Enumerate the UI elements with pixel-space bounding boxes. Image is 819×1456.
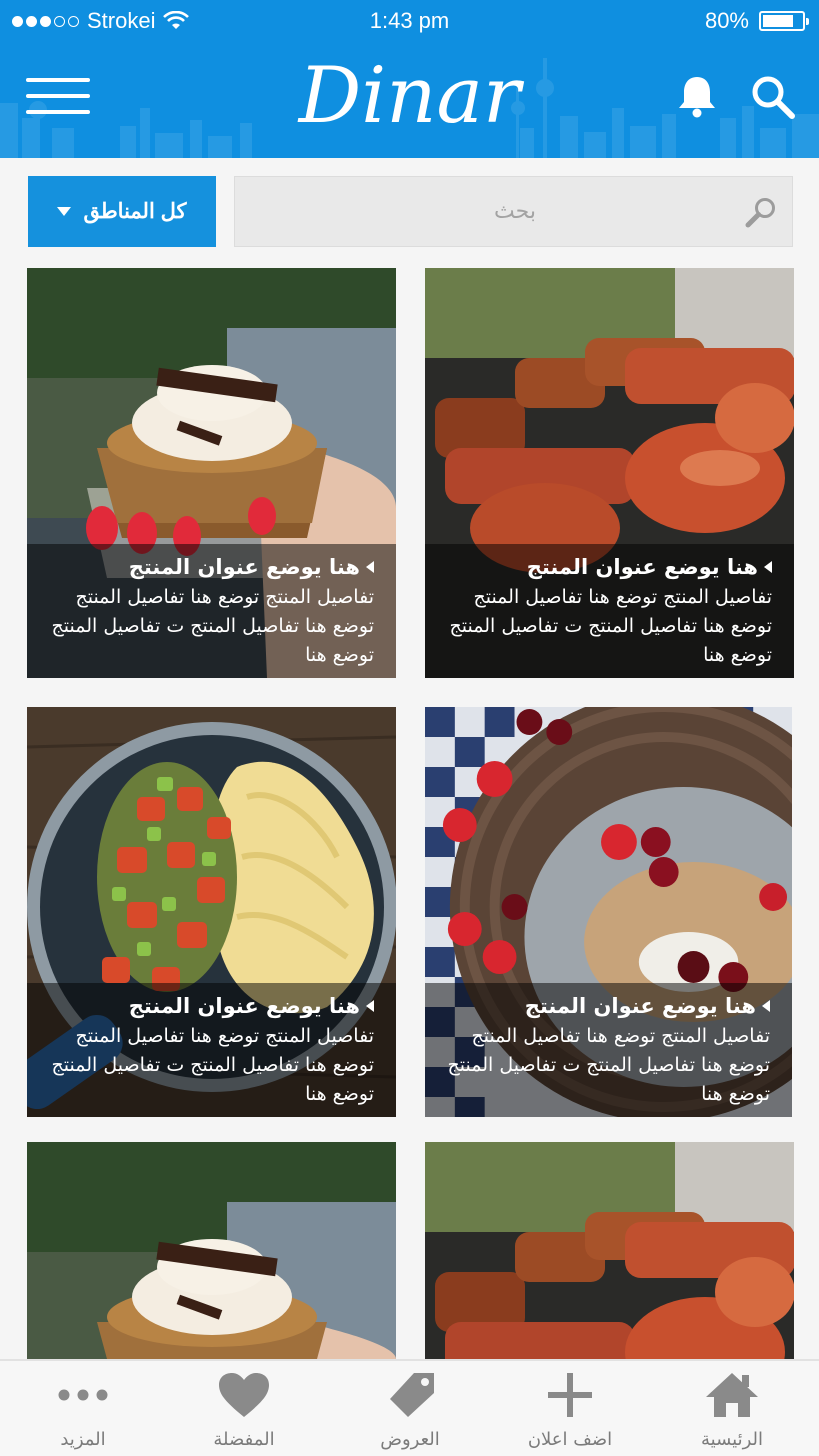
search-bar <box>234 176 793 247</box>
tab-favorites-label: المفضلة <box>213 1429 275 1450</box>
home-icon <box>706 1373 758 1417</box>
caret-left-icon <box>764 561 772 573</box>
tab-add-ad[interactable]: اضف اعلان <box>490 1361 650 1456</box>
product-details: تفاصيل المنتج توضع هنا تفاصيل المنتج توض… <box>447 1025 770 1105</box>
caret-left-icon <box>762 1000 770 1012</box>
caret-left-icon <box>366 1000 374 1012</box>
tab-add-ad-label: اضف اعلان <box>527 1429 613 1450</box>
product-image <box>27 1142 396 1359</box>
tag-icon <box>390 1373 434 1417</box>
tab-more-label: المزيد <box>60 1429 106 1450</box>
region-filter-label: كل المناطق <box>83 200 187 223</box>
caret-down-icon <box>57 207 72 216</box>
search-icon <box>752 76 795 119</box>
product-card[interactable] <box>27 1142 396 1359</box>
product-title: هنا يوضع عنوان المنتج <box>128 555 360 579</box>
product-caption: هنا يوضع عنوان المنتج تفاصيل المنتج توضع… <box>27 544 396 678</box>
tab-home-label: الرئيسية <box>701 1429 763 1450</box>
product-card[interactable]: هنا يوضع عنوان المنتج تفاصيل المنتج توضع… <box>27 268 396 678</box>
header-search-button[interactable] <box>750 74 796 120</box>
product-caption: هنا يوضع عنوان المنتج تفاصيل المنتج توضع… <box>27 983 396 1117</box>
plus-icon <box>548 1373 592 1417</box>
product-details: تفاصيل المنتج توضع هنا تفاصيل المنتج توض… <box>449 586 772 666</box>
product-title: هنا يوضع عنوان المنتج <box>526 555 758 579</box>
product-card[interactable]: هنا يوضع عنوان المنتج تفاصيل المنتج توضع… <box>425 707 792 1117</box>
app-header: Strokei 1:43 pm 80% Dinar <box>0 0 819 158</box>
product-caption: هنا يوضع عنوان المنتج تفاصيل المنتج توضع… <box>425 544 794 678</box>
tab-more[interactable]: المزيد <box>3 1361 163 1456</box>
search-input[interactable] <box>295 177 735 246</box>
product-card[interactable]: هنا يوضع عنوان المنتج تفاصيل المنتج توضع… <box>425 268 794 678</box>
product-details: تفاصيل المنتج توضع هنا تفاصيل المنتج توض… <box>51 586 374 666</box>
notifications-button[interactable] <box>677 74 717 118</box>
product-details: تفاصيل المنتج توضع هنا تفاصيل المنتج توض… <box>51 1025 374 1105</box>
search-icon <box>745 198 775 228</box>
product-card[interactable] <box>425 1142 794 1359</box>
heart-icon <box>219 1373 269 1417</box>
tab-offers-label: العروض <box>380 1429 440 1450</box>
product-title: هنا يوضع عنوان المنتج <box>524 994 756 1018</box>
battery-percent: 80% <box>704 8 749 33</box>
bell-icon <box>679 77 715 118</box>
caret-left-icon <box>366 561 374 573</box>
status-time: 1:43 pm <box>369 8 450 33</box>
battery-icon <box>759 11 809 31</box>
product-caption: هنا يوضع عنوان المنتج تفاصيل المنتج توضع… <box>425 983 792 1117</box>
status-bar: Strokei 1:43 pm 80% <box>0 0 819 40</box>
product-card[interactable]: هنا يوضع عنوان المنتج تفاصيل المنتج توضع… <box>27 707 396 1117</box>
region-filter-button[interactable]: كل المناطق <box>28 176 216 247</box>
bottom-tab-bar: الرئيسية اضف اعلان العروض المفضلة المزيد <box>0 1359 819 1456</box>
more-dots-icon <box>58 1389 108 1401</box>
tab-home[interactable]: الرئيسية <box>652 1361 812 1456</box>
tab-offers[interactable]: العروض <box>330 1361 490 1456</box>
product-image <box>425 1142 794 1359</box>
product-title: هنا يوضع عنوان المنتج <box>128 994 360 1018</box>
tab-favorites[interactable]: المفضلة <box>164 1361 324 1456</box>
